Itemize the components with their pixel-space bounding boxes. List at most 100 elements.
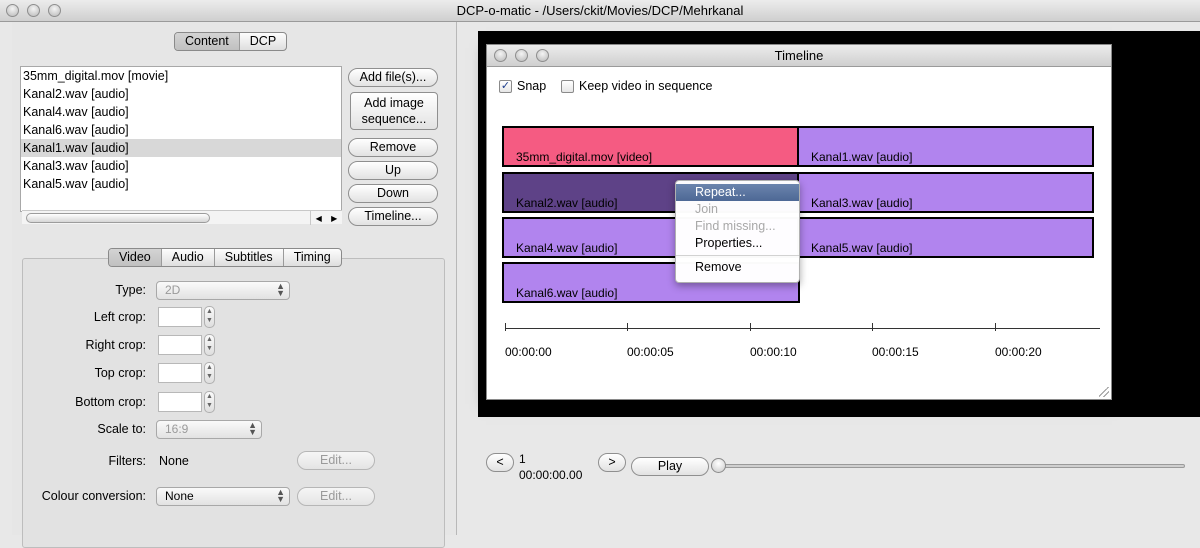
chevron-updown-icon: ▲ ▼ [276,487,285,504]
top-tabs: Content DCP [174,32,288,51]
menu-item-properties[interactable]: Properties... [676,235,799,252]
menu-item-join: Join [695,202,718,216]
ruler-tick [505,323,506,331]
previous-frame-button[interactable]: < [486,453,514,472]
scale-to-select[interactable]: 16:9 ▲ ▼ [156,420,262,439]
scroll-left-icon[interactable]: ◀ [316,214,322,223]
tab-content[interactable]: Content [175,33,240,50]
resize-grip-icon[interactable] [1099,387,1109,397]
scrollbar-thumb[interactable] [26,213,210,223]
bottom-crop-field[interactable] [158,392,202,412]
list-item-selected[interactable]: Kanal1.wav [audio] [21,139,341,157]
up-button[interactable]: Up [348,161,438,180]
filters-label: Filters: [108,454,147,468]
close-window-icon[interactable] [494,49,507,62]
remove-button[interactable]: Remove [348,138,438,157]
time-ruler [505,328,1100,329]
keep-video-in-sequence-checkbox[interactable]: Keep video in sequence [561,79,712,93]
next-frame-button[interactable]: > [598,453,626,472]
timeline-clip-audio[interactable]: Kanal1.wav [audio] [797,126,1094,167]
clip-context-menu: Repeat... Join Find missing... Propertie… [675,180,800,283]
colour-conversion-edit-button[interactable]: Edit... [297,487,375,506]
bottom-crop-label: Bottom crop: [75,395,146,409]
scale-to-label: Scale to: [97,422,146,436]
chevron-updown-icon: ▲ ▼ [248,420,257,437]
tab-timing[interactable]: Timing [284,249,341,266]
top-crop-label: Top crop: [94,366,146,380]
colour-conversion-value: None [165,489,194,503]
time-label: 00:00:00 [505,345,552,359]
snap-label: Snap [517,79,547,93]
time-label: 00:00:15 [872,345,919,359]
tab-video[interactable]: Video [109,249,162,266]
window-titlebar: DCP-o-matic - /Users/ckit/Movies/DCP/Meh… [0,0,1200,22]
ruler-tick [750,323,751,331]
down-button[interactable]: Down [348,184,438,203]
tab-subtitles[interactable]: Subtitles [215,249,284,266]
scroll-right-icon[interactable]: ▶ [331,214,337,223]
property-tabs: Video Audio Subtitles Timing [108,248,342,267]
menu-item-repeat[interactable]: Repeat... [676,184,799,201]
type-value: 2D [165,283,181,297]
clip-label: 35mm_digital.mov [video] [516,150,653,164]
tab-audio[interactable]: Audio [162,249,215,266]
filters-value: None [159,454,189,468]
timeline-clip-audio[interactable]: Kanal3.wav [audio] [797,172,1094,213]
content-list[interactable]: 35mm_digital.mov [movie] Kanal2.wav [aud… [20,66,342,212]
list-item[interactable]: Kanal6.wav [audio] [21,121,341,139]
menu-item-find-missing: Find missing... [695,219,776,233]
content-list-scrollbar[interactable]: ◀ ▶ [22,210,342,225]
snap-checkbox[interactable]: ✓ Snap [499,79,546,93]
list-item[interactable]: Kanal4.wav [audio] [21,103,341,121]
left-crop-field[interactable] [158,307,202,327]
playback-slider-knob[interactable] [711,458,726,473]
bottom-crop-stepper[interactable]: ▲ ▼ [204,391,215,413]
ruler-tick [627,323,628,331]
minimize-window-icon[interactable] [515,49,528,62]
menu-separator [676,255,799,256]
ruler-tick [995,323,996,331]
zoom-window-icon[interactable] [536,49,549,62]
top-crop-field[interactable] [158,363,202,383]
minimize-window-icon[interactable] [27,4,40,17]
menu-item-remove[interactable]: Remove [676,259,799,276]
list-item[interactable]: Kanal3.wav [audio] [21,157,341,175]
top-crop-stepper[interactable]: ▲ ▼ [204,362,215,384]
timeline-clip-video[interactable]: 35mm_digital.mov [video] [502,126,799,167]
time-label: 00:00:05 [627,345,674,359]
filters-edit-button[interactable]: Edit... [297,451,375,470]
chevron-updown-icon: ▲ ▼ [276,281,285,298]
checkmark-icon: ✓ [499,79,512,93]
right-crop-label: Right crop: [85,338,146,352]
close-window-icon[interactable] [6,4,19,17]
scale-to-value: 16:9 [165,422,189,436]
time-label: 00:00:20 [995,345,1042,359]
clip-label: Kanal3.wav [audio] [811,196,913,210]
colour-conversion-select[interactable]: None ▲ ▼ [156,487,290,506]
clip-label: Kanal4.wav [audio] [516,241,618,255]
add-image-label-line1: Add image [364,96,424,110]
add-image-sequence-button[interactable]: Add image sequence... [350,92,438,130]
timeline-window-controls [494,49,549,62]
timeline-title: Timeline [774,48,824,63]
clip-label: Kanal5.wav [audio] [811,241,913,255]
timeline-clip-audio[interactable]: Kanal5.wav [audio] [797,217,1094,258]
list-item[interactable]: 35mm_digital.mov [movie] [21,67,341,85]
clip-label: Kanal6.wav [audio] [516,286,618,300]
frame-number: 1 [519,452,526,466]
list-item[interactable]: Kanal5.wav [audio] [21,175,341,193]
right-crop-stepper[interactable]: ▲ ▼ [204,334,215,356]
colour-conversion-label: Colour conversion: [41,489,146,503]
play-button[interactable]: Play [631,457,709,476]
playback-slider-track[interactable] [711,464,1185,468]
timeline-button[interactable]: Timeline... [348,207,438,226]
timeline-titlebar: Timeline [487,45,1111,67]
add-files-button[interactable]: Add file(s)... [348,68,438,87]
type-select[interactable]: 2D ▲ ▼ [156,281,290,300]
window-title: DCP-o-matic - /Users/ckit/Movies/DCP/Meh… [456,3,744,18]
right-crop-field[interactable] [158,335,202,355]
tab-dcp[interactable]: DCP [240,33,286,50]
list-item[interactable]: Kanal2.wav [audio] [21,85,341,103]
left-crop-stepper[interactable]: ▲ ▼ [204,306,215,328]
zoom-window-icon[interactable] [48,4,61,17]
